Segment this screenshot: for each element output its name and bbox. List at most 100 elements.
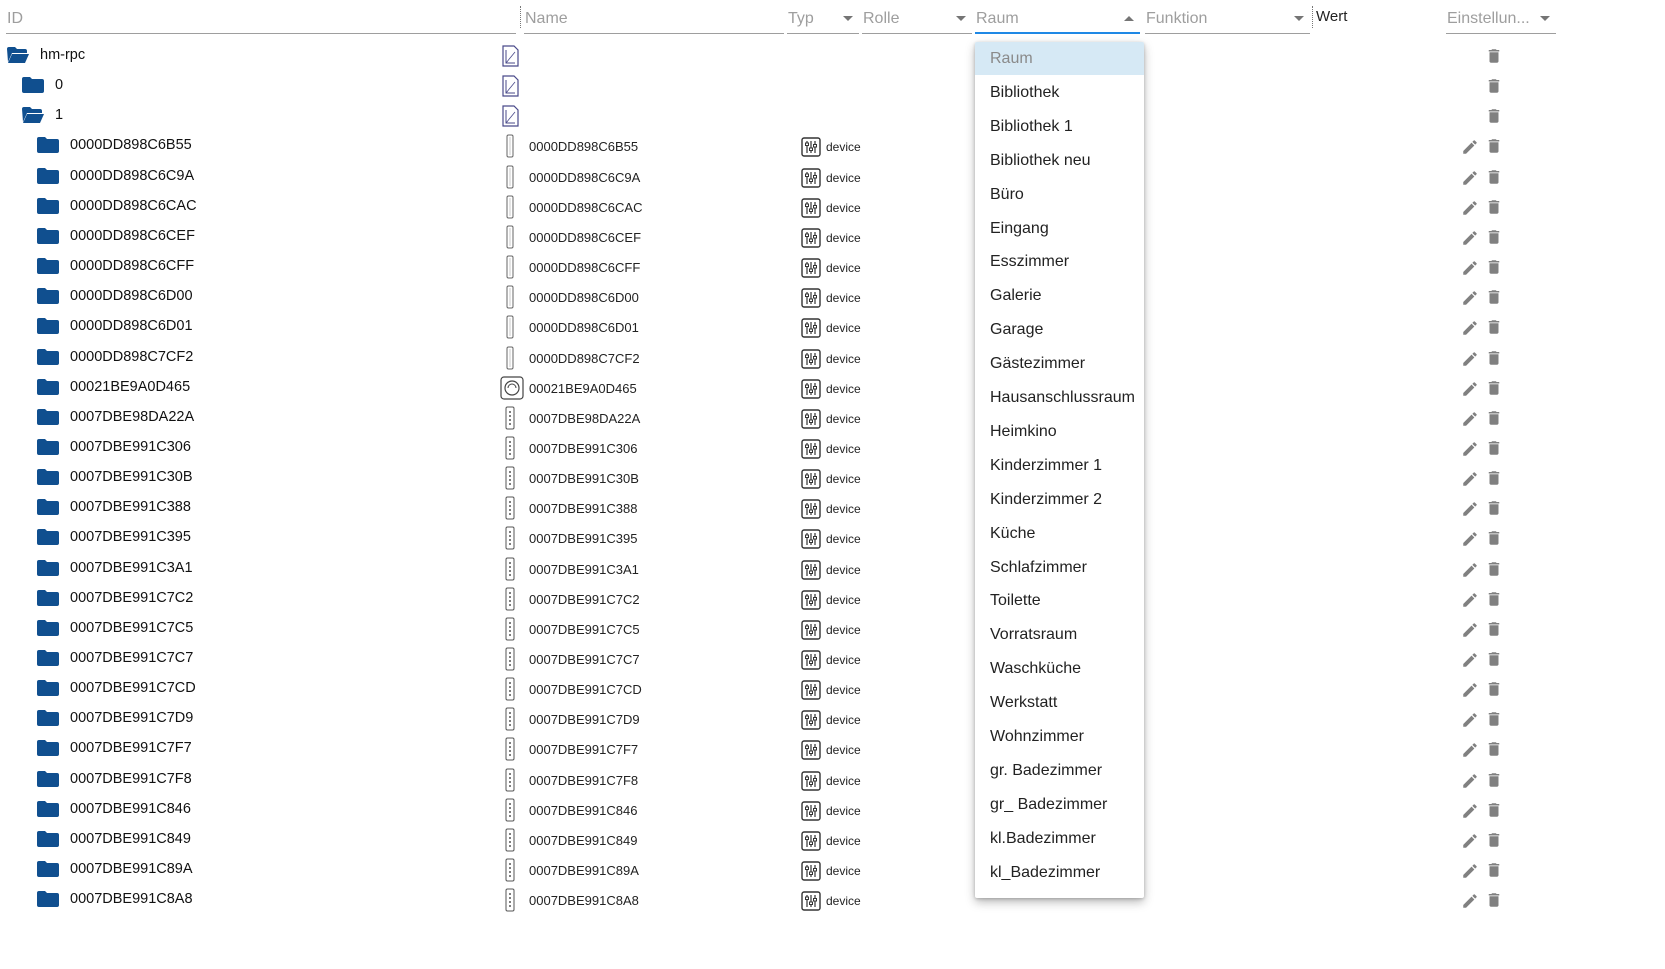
- trash-icon[interactable]: [1485, 890, 1501, 908]
- raum-option[interactable]: Büro: [975, 178, 1144, 211]
- object-id[interactable]: 0007DBE991C7C5: [70, 620, 193, 636]
- table-row[interactable]: 0007DBE991C7CD 0007DBE991C7CD device: [0, 675, 1665, 707]
- pencil-icon[interactable]: [1461, 711, 1479, 729]
- folder-icon[interactable]: [36, 167, 59, 184]
- pencil-icon[interactable]: [1461, 651, 1479, 669]
- folder-icon[interactable]: [36, 770, 59, 787]
- pencil-icon[interactable]: [1461, 892, 1479, 910]
- trash-icon[interactable]: [1485, 619, 1501, 637]
- trash-icon[interactable]: [1485, 589, 1501, 607]
- raum-option[interactable]: Garage: [975, 313, 1144, 346]
- table-row[interactable]: 0007DBE991C7C5 0007DBE991C7C5 device: [0, 615, 1665, 647]
- pencil-icon[interactable]: [1461, 832, 1479, 850]
- trash-icon[interactable]: [1485, 498, 1501, 516]
- trash-icon[interactable]: [1485, 438, 1501, 456]
- trash-icon[interactable]: [1485, 408, 1501, 426]
- trash-icon[interactable]: [1485, 136, 1501, 154]
- table-row[interactable]: 0007DBE991C8A8 0007DBE991C8A8 device: [0, 886, 1665, 918]
- folder-icon[interactable]: [36, 468, 59, 486]
- pencil-icon[interactable]: [1461, 530, 1479, 548]
- raum-option[interactable]: Kinderzimmer 2: [975, 483, 1144, 516]
- table-row[interactable]: 0000DD898C6CEF 0000DD898C6CEF device: [0, 223, 1665, 255]
- object-id[interactable]: 0: [55, 77, 63, 93]
- trash-icon[interactable]: [1485, 227, 1501, 245]
- raum-option[interactable]: Wohnzimmer: [975, 720, 1144, 753]
- raum-option[interactable]: kl_Badezimmer: [975, 856, 1144, 889]
- object-id[interactable]: 0007DBE991C7F8: [70, 771, 192, 787]
- pencil-icon[interactable]: [1461, 500, 1479, 518]
- folder-icon[interactable]: [36, 287, 59, 305]
- table-row[interactable]: 00021BE9A0D465 00021BE9A0D465 device: [0, 374, 1665, 406]
- folder-icon[interactable]: [36, 528, 59, 546]
- pencil-icon[interactable]: [1461, 862, 1479, 880]
- table-row[interactable]: 1: [0, 102, 1665, 134]
- table-row[interactable]: 0000DD898C6CAC 0000DD898C6CAC device: [0, 193, 1665, 225]
- pencil-icon[interactable]: [1461, 259, 1479, 277]
- object-id[interactable]: 0000DD898C6B55: [70, 137, 192, 153]
- table-row[interactable]: 0007DBE991C849 0007DBE991C849 device: [0, 826, 1665, 858]
- folder-icon[interactable]: [21, 76, 44, 94]
- object-id[interactable]: 0007DBE991C7C7: [70, 650, 193, 666]
- folder-icon[interactable]: [36, 649, 59, 666]
- trash-icon[interactable]: [1485, 287, 1501, 305]
- object-id[interactable]: 1: [55, 107, 63, 123]
- pencil-icon[interactable]: [1461, 741, 1479, 759]
- trash-icon[interactable]: [1485, 860, 1501, 878]
- pencil-icon[interactable]: [1461, 289, 1479, 307]
- object-id[interactable]: 0007DBE991C7CD: [70, 680, 196, 696]
- trash-icon[interactable]: [1485, 770, 1501, 788]
- trash-icon[interactable]: [1485, 197, 1501, 215]
- pencil-icon[interactable]: [1461, 319, 1479, 337]
- pencil-icon[interactable]: [1461, 681, 1479, 699]
- trash-icon[interactable]: [1485, 559, 1501, 577]
- object-id[interactable]: 0007DBE991C7F7: [70, 740, 192, 756]
- object-id[interactable]: 0007DBE991C7D9: [70, 710, 193, 726]
- object-id[interactable]: 0007DBE991C849: [70, 831, 191, 847]
- trash-icon[interactable]: [1485, 739, 1501, 757]
- rolle-filter[interactable]: Rolle: [862, 8, 972, 34]
- folder-icon[interactable]: [36, 739, 59, 757]
- folder-icon[interactable]: [36, 498, 59, 516]
- folder-icon[interactable]: [36, 559, 59, 576]
- raum-option[interactable]: Heimkino: [975, 415, 1144, 448]
- object-id[interactable]: 0000DD898C6D01: [70, 318, 193, 334]
- object-id[interactable]: 0000DD898C6CAC: [70, 198, 197, 214]
- table-row[interactable]: 0007DBE991C7C2 0007DBE991C7C2 device: [0, 585, 1665, 617]
- raum-option[interactable]: Bibliothek: [975, 76, 1144, 109]
- table-row[interactable]: 0007DBE991C7D9 0007DBE991C7D9 device: [0, 705, 1665, 737]
- raum-option[interactable]: Waschküche: [975, 652, 1144, 685]
- trash-icon[interactable]: [1485, 830, 1501, 848]
- object-id[interactable]: 0007DBE991C846: [70, 801, 191, 817]
- table-row[interactable]: 0: [0, 72, 1665, 104]
- pencil-icon[interactable]: [1461, 410, 1479, 428]
- pencil-icon[interactable]: [1461, 591, 1479, 609]
- trash-icon[interactable]: [1485, 46, 1501, 64]
- raum-option[interactable]: Vorratsraum: [975, 618, 1144, 651]
- trash-icon[interactable]: [1485, 679, 1501, 697]
- object-id[interactable]: 0000DD898C7CF2: [70, 349, 193, 365]
- raum-option[interactable]: Bibliothek 1: [975, 110, 1144, 143]
- trash-icon[interactable]: [1485, 800, 1501, 818]
- raum-option[interactable]: Bibliothek neu: [975, 144, 1144, 177]
- folder-icon[interactable]: [36, 619, 59, 636]
- raum-option[interactable]: Küche: [975, 517, 1144, 550]
- folder-icon[interactable]: [36, 800, 59, 817]
- trash-icon[interactable]: [1485, 649, 1501, 667]
- object-id[interactable]: 00021BE9A0D465: [70, 379, 190, 395]
- folder-icon[interactable]: [36, 378, 59, 395]
- table-row[interactable]: 0000DD898C6CFF 0000DD898C6CFF device: [0, 253, 1665, 285]
- raum-option[interactable]: Werkstatt: [975, 686, 1144, 719]
- raum-option[interactable]: Gästezimmer: [975, 347, 1144, 380]
- trash-icon[interactable]: [1485, 468, 1501, 486]
- object-id[interactable]: 0007DBE991C388: [70, 499, 191, 515]
- pencil-icon[interactable]: [1461, 561, 1479, 579]
- raum-option[interactable]: Toilette: [975, 584, 1144, 617]
- table-row[interactable]: 0007DBE98DA22A 0007DBE98DA22A device: [0, 404, 1665, 436]
- pencil-icon[interactable]: [1461, 621, 1479, 639]
- table-row[interactable]: 0000DD898C7CF2 0000DD898C7CF2 device: [0, 344, 1665, 376]
- table-row[interactable]: hm-rpc: [0, 42, 1665, 74]
- pencil-icon[interactable]: [1461, 350, 1479, 368]
- table-row[interactable]: 0007DBE991C89A 0007DBE991C89A device: [0, 856, 1665, 888]
- column-resizer[interactable]: [1312, 6, 1313, 28]
- object-id[interactable]: 0007DBE991C89A: [70, 861, 193, 877]
